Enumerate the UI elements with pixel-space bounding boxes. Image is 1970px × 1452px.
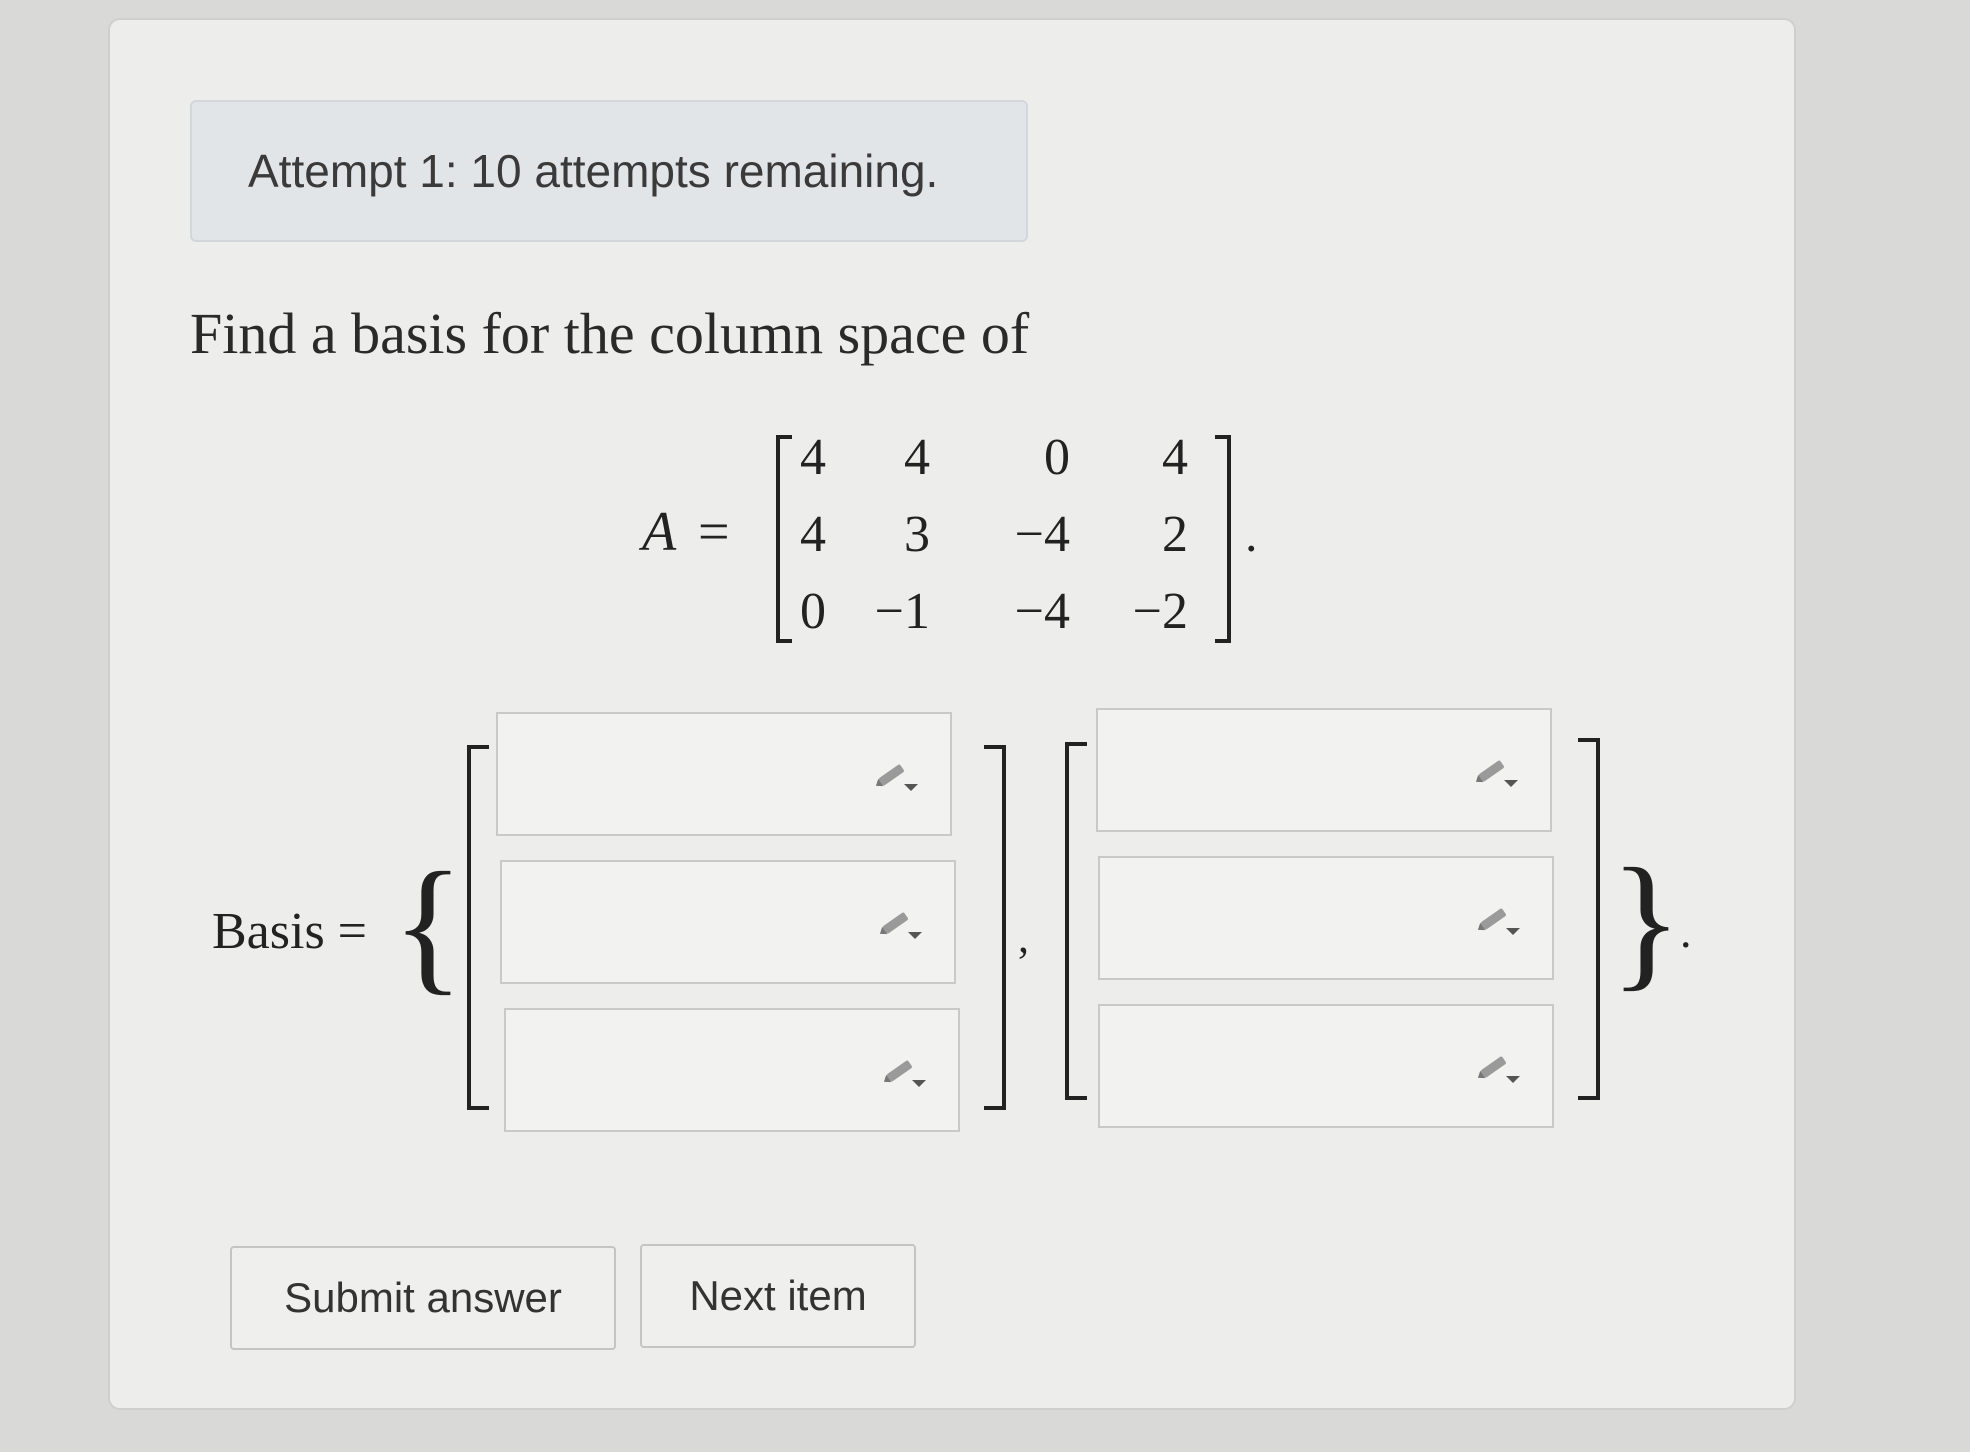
matrix-cell: 0 (800, 583, 826, 640)
matrix-cell: −4 (1014, 583, 1070, 640)
close-brace: } (1610, 838, 1682, 1004)
matrix-cell: 4 (800, 506, 826, 563)
matrix-cell: 2 (1162, 506, 1188, 563)
matrix-cell: 4 (1162, 429, 1188, 486)
pencil-dropdown-icon[interactable] (1474, 902, 1522, 938)
matrix-cell: −4 (1014, 506, 1070, 563)
matrix-period: . (1245, 506, 1258, 562)
matrix-cell: 4 (904, 429, 930, 486)
pencil-dropdown-icon[interactable] (872, 758, 920, 794)
basis-label: Basis = (212, 903, 368, 960)
pencil-dropdown-icon[interactable] (1474, 1050, 1522, 1086)
pencil-dropdown-icon[interactable] (1472, 754, 1520, 790)
pencil-dropdown-icon[interactable] (880, 1054, 928, 1090)
vector1-right-bracket (984, 745, 1006, 1110)
vector1-entry-1[interactable] (496, 712, 952, 836)
open-brace: { (392, 842, 464, 1008)
matrix-name: A (642, 501, 677, 563)
question-prompt: Find a basis for the column space of (190, 301, 1030, 366)
attempt-banner: Attempt 1: 10 attempts remaining. (190, 100, 1028, 242)
submit-answer-button[interactable]: Submit answer (230, 1246, 616, 1350)
vector1-entry-3[interactable] (504, 1008, 960, 1132)
matrix-cell: 4 (800, 429, 826, 486)
matrix-right-bracket (1215, 435, 1231, 643)
vector2-entry-2[interactable] (1098, 856, 1554, 980)
pencil-dropdown-icon[interactable] (876, 906, 924, 942)
matrix-cell: 0 (1044, 429, 1070, 486)
vector2-entry-1[interactable] (1096, 708, 1552, 832)
vector1-left-bracket (467, 745, 489, 1110)
next-item-button[interactable]: Next item (640, 1244, 916, 1348)
matrix-cell: −1 (874, 583, 930, 640)
vector1-entry-2[interactable] (500, 860, 956, 984)
vector2-right-bracket (1578, 738, 1600, 1100)
vector2-left-bracket (1065, 742, 1087, 1100)
vector2-entry-3[interactable] (1098, 1004, 1554, 1128)
basis-period: . (1680, 906, 1692, 957)
matrix-cell: −2 (1132, 583, 1188, 640)
matrix-cell: 3 (904, 506, 930, 563)
vector-separator: , (1018, 913, 1029, 962)
matrix-equals: = (698, 501, 730, 563)
